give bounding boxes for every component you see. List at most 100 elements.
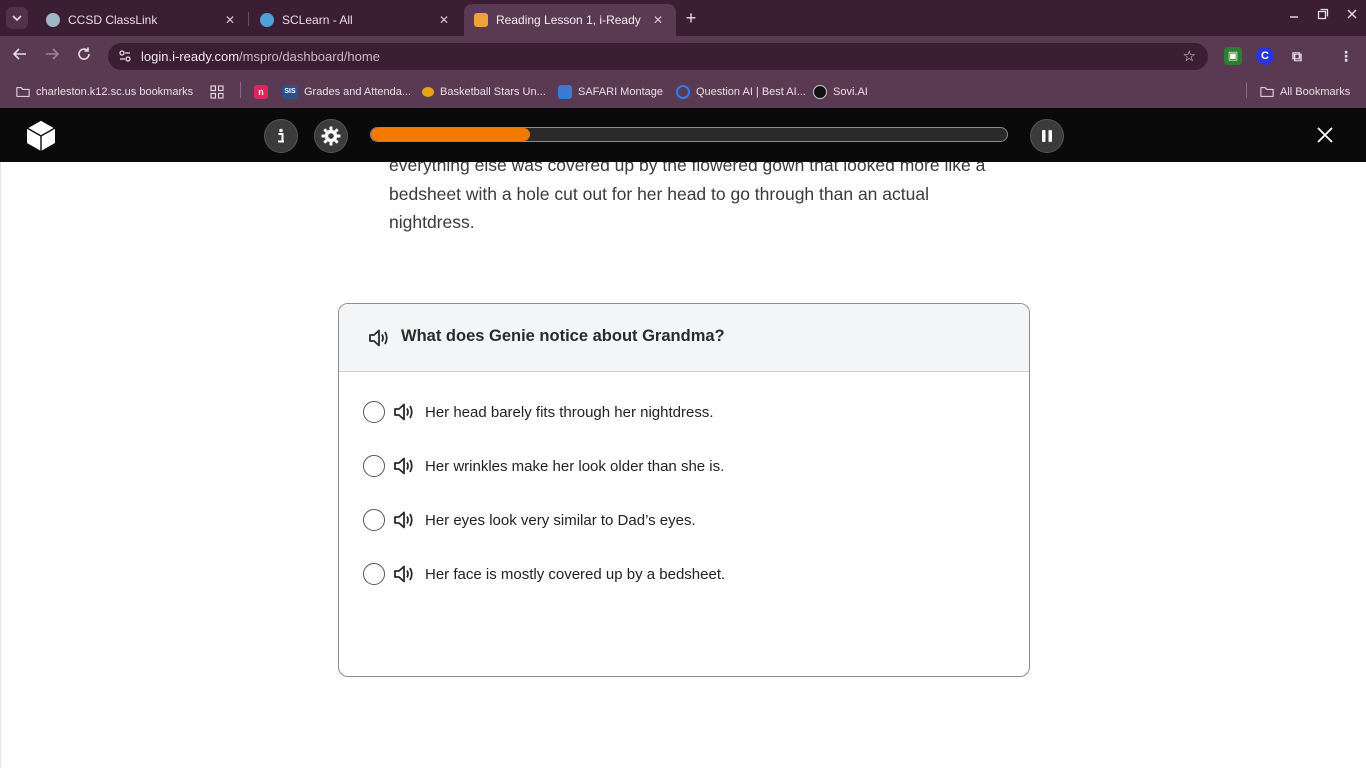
more-menu-icon[interactable]: ⋮ bbox=[1337, 47, 1355, 65]
iready-icon bbox=[474, 13, 488, 27]
tab-search-button[interactable] bbox=[6, 7, 28, 29]
tab-divider bbox=[248, 12, 249, 26]
bookmark-divider bbox=[1246, 82, 1247, 98]
tab-title: SCLearn - All bbox=[282, 13, 353, 27]
answer-option-4[interactable]: Her face is mostly covered up by a bedsh… bbox=[363, 561, 725, 587]
bookmark-label: Grades and Attenda... bbox=[304, 86, 412, 98]
url-path: /mspro/dashboard/home bbox=[239, 49, 380, 64]
bookmark-divider bbox=[240, 82, 241, 98]
lesson-progress-bar bbox=[370, 127, 1008, 142]
reload-button[interactable] bbox=[74, 46, 94, 66]
speaker-icon[interactable] bbox=[368, 328, 390, 348]
extension-screencast-icon[interactable]: ▣ bbox=[1224, 47, 1242, 65]
tab-sclearn[interactable]: SCLearn - All ✕ bbox=[250, 4, 462, 36]
new-tab-button[interactable]: + bbox=[682, 9, 700, 27]
bookmark-label: All Bookmarks bbox=[1280, 86, 1351, 98]
bookmark-n[interactable]: n bbox=[254, 83, 274, 101]
arrow-right-icon bbox=[46, 48, 60, 60]
exit-lesson-button[interactable] bbox=[1314, 124, 1336, 146]
minimize-button[interactable] bbox=[1284, 8, 1304, 28]
answer-option-2[interactable]: Her wrinkles make her look older than sh… bbox=[363, 453, 724, 479]
answer-radio[interactable] bbox=[363, 563, 385, 585]
lesson-content: everything else was covered up by the fl… bbox=[0, 162, 1366, 768]
reload-icon bbox=[78, 47, 90, 60]
tab-reading-lesson[interactable]: Reading Lesson 1, i-Ready ✕ bbox=[464, 4, 676, 36]
url-host: login.i-ready.com bbox=[141, 49, 240, 64]
arrow-left-icon bbox=[12, 48, 26, 60]
basketball-icon bbox=[422, 87, 434, 97]
tab-title: Reading Lesson 1, i-Ready bbox=[496, 13, 641, 27]
speaker-icon[interactable] bbox=[393, 564, 415, 584]
bookmark-basketball[interactable]: Basketball Stars Un... bbox=[422, 83, 546, 101]
forward-button[interactable] bbox=[42, 46, 62, 66]
pause-button[interactable] bbox=[1030, 119, 1064, 153]
iready-cube-logo-icon bbox=[26, 119, 56, 151]
passage-text: everything else was covered up by the fl… bbox=[389, 162, 986, 232]
bookmarks-bar: charleston.k12.sc.us bookmarks n SIS Gra… bbox=[0, 76, 1366, 108]
bookmark-label: Question AI | Best AI... bbox=[696, 86, 806, 98]
question-ai-icon bbox=[676, 85, 690, 99]
address-bar[interactable]: login.i-ready.com/mspro/dashboard/home ☆ bbox=[108, 43, 1208, 70]
close-tab-icon[interactable]: ✕ bbox=[436, 13, 452, 27]
apps-grid-icon bbox=[210, 85, 224, 99]
restore-button[interactable] bbox=[1313, 8, 1333, 28]
n-logo-icon: n bbox=[254, 85, 268, 99]
chevron-down-icon bbox=[12, 15, 22, 22]
site-info-icon[interactable] bbox=[118, 49, 132, 63]
classlink-icon bbox=[46, 13, 60, 27]
minimize-icon bbox=[1290, 16, 1298, 18]
lesson-progress-fill bbox=[371, 128, 530, 141]
sovi-icon bbox=[813, 85, 827, 99]
tab-title: CCSD ClassLink bbox=[68, 13, 158, 27]
question-prompt: What does Genie notice about Grandma? bbox=[401, 327, 725, 345]
bookmark-folder-charleston[interactable]: charleston.k12.sc.us bookmarks bbox=[16, 83, 193, 101]
answer-radio[interactable] bbox=[363, 455, 385, 477]
bookmark-all-bookmarks[interactable]: All Bookmarks bbox=[1260, 83, 1350, 101]
close-window-button[interactable] bbox=[1342, 8, 1362, 28]
answer-option-1[interactable]: Her head barely fits through her nightdr… bbox=[363, 399, 714, 425]
speaker-icon[interactable] bbox=[393, 510, 415, 530]
tab-strip: CCSD ClassLink ✕ SCLearn - All ✕ Reading… bbox=[0, 0, 1366, 36]
pause-icon bbox=[1042, 130, 1052, 142]
question-header: What does Genie notice about Grandma? bbox=[339, 304, 1029, 372]
bookmark-star-icon[interactable]: ☆ bbox=[1183, 47, 1196, 65]
bookmark-label: SAFARI Montage bbox=[578, 86, 663, 98]
sclearn-icon bbox=[260, 13, 274, 27]
answer-text[interactable]: Her face is mostly covered up by a bedsh… bbox=[425, 566, 725, 583]
answer-radio[interactable] bbox=[363, 401, 385, 423]
close-tab-icon[interactable]: ✕ bbox=[650, 13, 666, 27]
bookmark-question-ai[interactable]: Question AI | Best AI... bbox=[676, 83, 806, 101]
speaker-icon[interactable] bbox=[393, 456, 415, 476]
settings-button[interactable] bbox=[314, 119, 348, 153]
back-button[interactable] bbox=[10, 46, 30, 66]
extension-c-icon[interactable]: C bbox=[1256, 47, 1274, 65]
restore-icon bbox=[1317, 8, 1329, 20]
answer-option-3[interactable]: Her eyes look very similar to Dad’s eyes… bbox=[363, 507, 696, 533]
url-text: login.i-ready.com/mspro/dashboard/home bbox=[141, 49, 380, 64]
answer-text[interactable]: Her eyes look very similar to Dad’s eyes… bbox=[425, 512, 696, 529]
lesson-header bbox=[0, 108, 1366, 162]
bookmark-label: Sovi.AI bbox=[833, 86, 868, 98]
question-card: What does Genie notice about Grandma? He… bbox=[338, 303, 1030, 677]
answer-radio[interactable] bbox=[363, 509, 385, 531]
folder-icon bbox=[16, 87, 30, 97]
close-icon bbox=[1347, 9, 1357, 19]
tab-ccsd-classlink[interactable]: CCSD ClassLink ✕ bbox=[36, 4, 248, 36]
info-button[interactable] bbox=[264, 119, 298, 153]
gear-icon bbox=[321, 126, 341, 146]
close-icon bbox=[1317, 127, 1333, 143]
answer-text[interactable]: Her wrinkles make her look older than sh… bbox=[425, 458, 724, 475]
bookmark-safari-montage[interactable]: SAFARI Montage bbox=[558, 83, 663, 101]
answer-text[interactable]: Her head barely fits through her nightdr… bbox=[425, 404, 714, 421]
bookmark-apps[interactable] bbox=[210, 83, 224, 101]
folder-icon bbox=[1260, 87, 1274, 97]
sis-icon: SIS bbox=[282, 85, 298, 99]
bookmark-label: Basketball Stars Un... bbox=[440, 86, 546, 98]
extensions-puzzle-icon[interactable]: ⧉ bbox=[1288, 47, 1306, 65]
bookmark-grades[interactable]: SIS Grades and Attenda... bbox=[282, 83, 411, 101]
speaker-icon[interactable] bbox=[393, 402, 415, 422]
bookmark-sovi[interactable]: Sovi.AI bbox=[813, 83, 868, 101]
info-icon bbox=[278, 128, 284, 143]
close-tab-icon[interactable]: ✕ bbox=[222, 13, 238, 27]
bookmark-label: charleston.k12.sc.us bookmarks bbox=[36, 86, 194, 98]
